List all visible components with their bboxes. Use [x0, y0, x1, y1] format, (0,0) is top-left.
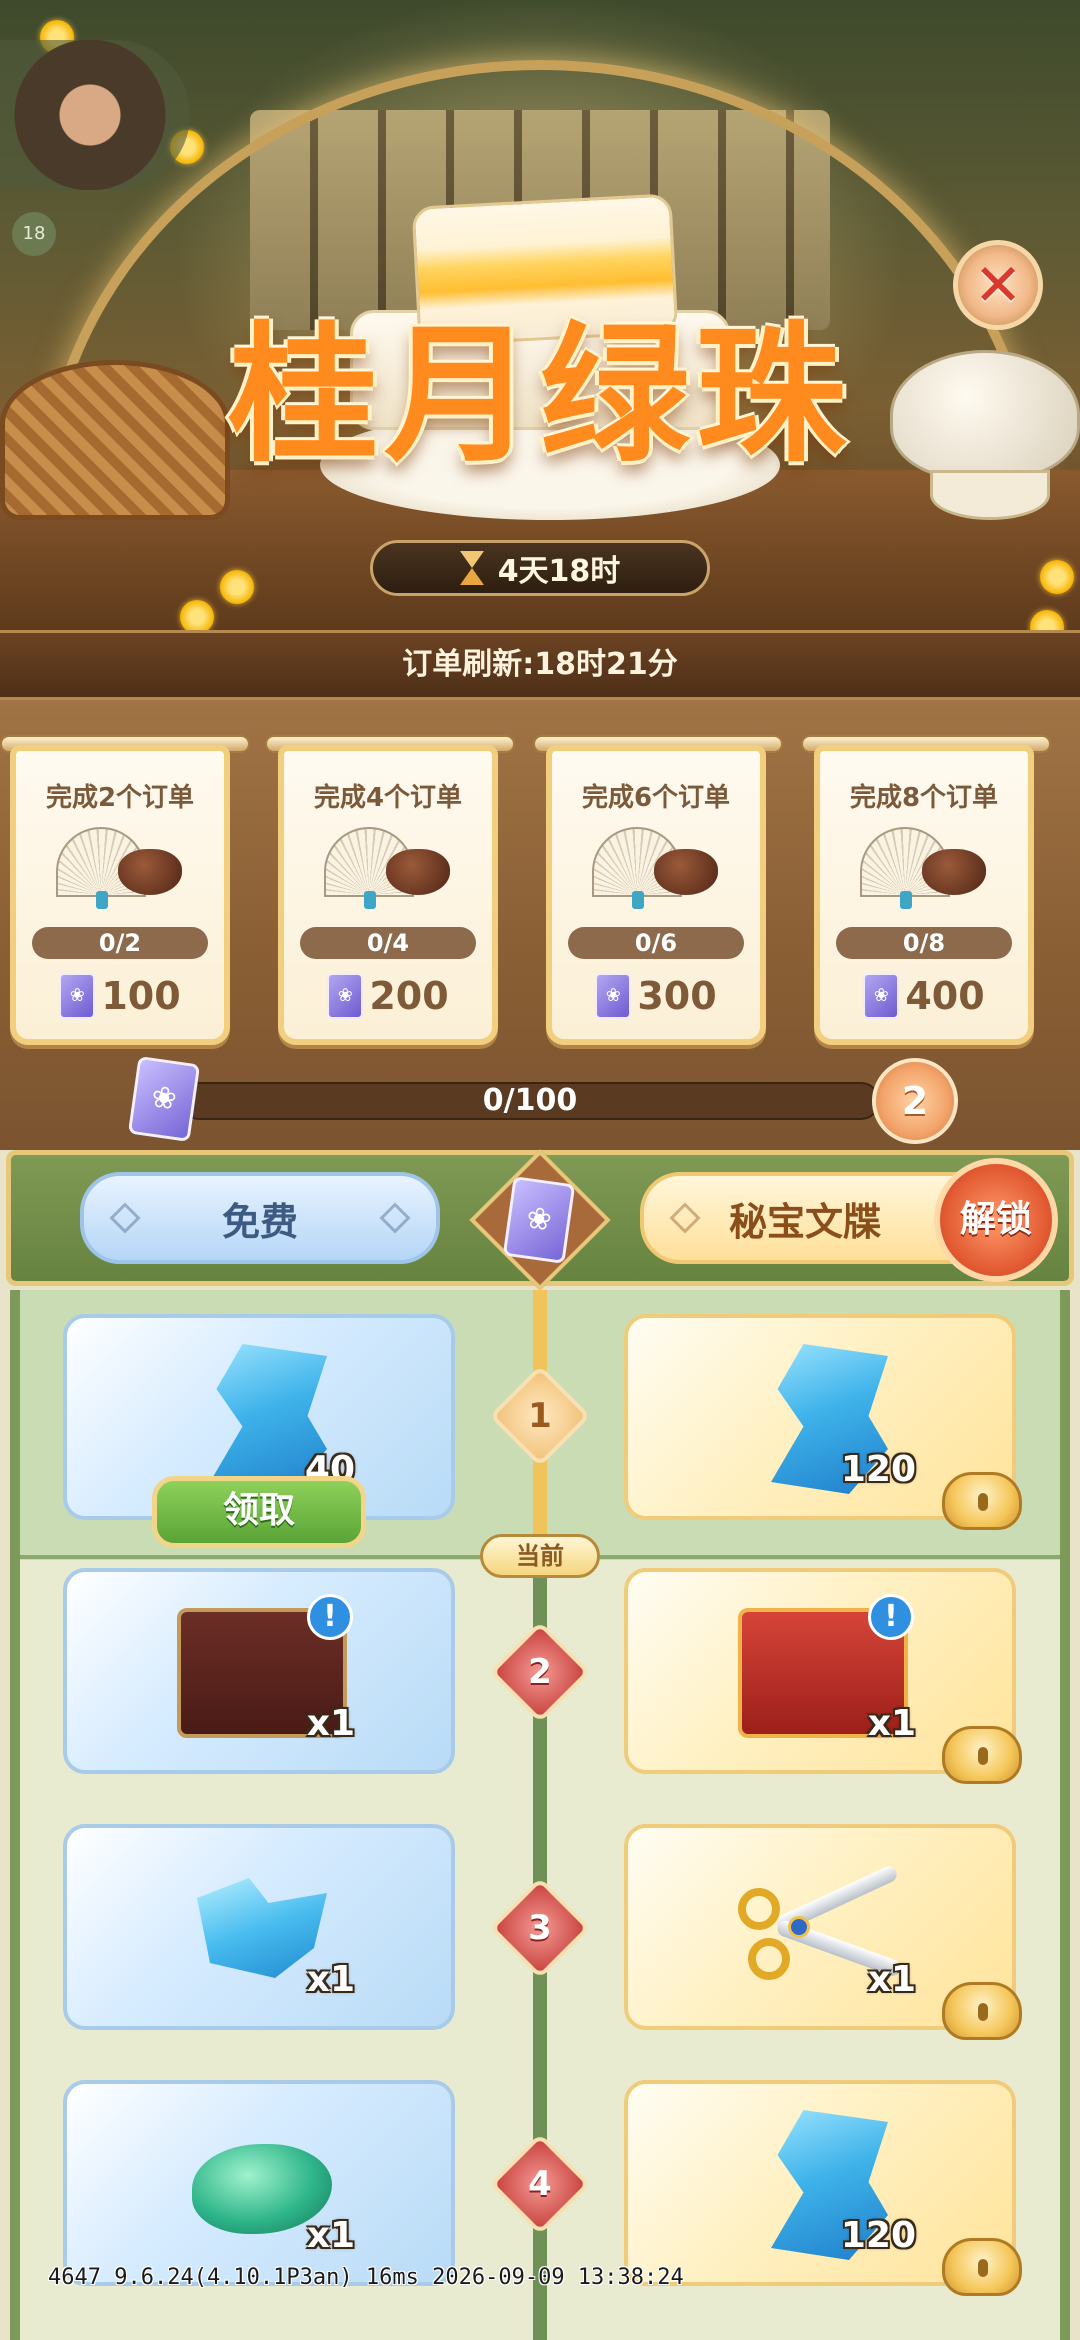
- osmanthus-flower-icon: [220, 570, 254, 604]
- reward-quantity: x1: [306, 2215, 355, 2256]
- fan-teapot-reward-icon: [324, 827, 454, 909]
- event-title: 桂月绿珠: [227, 307, 852, 483]
- free-reward-level-4[interactable]: x1: [63, 2080, 455, 2286]
- timer-text: 4天18时: [497, 554, 621, 589]
- free-reward-level-3[interactable]: x1: [63, 1824, 455, 2030]
- premium-reward-level-3[interactable]: x1: [624, 1824, 1022, 2040]
- task-reward: 400: [820, 973, 1028, 1019]
- free-track-tab[interactable]: 免费: [80, 1172, 440, 1264]
- lock-icon: [942, 1726, 1022, 1784]
- reward-quantity: 120: [840, 1449, 916, 1490]
- osmanthus-flower-icon: [1040, 560, 1074, 594]
- task-reward: 300: [552, 973, 760, 1019]
- reward-quantity: x1: [867, 1959, 916, 2000]
- task-label: 完成2个订单: [45, 783, 195, 813]
- fan-teapot-reward-icon: [860, 827, 990, 909]
- lotus-card-icon: [59, 973, 96, 1019]
- task-reward: 100: [16, 973, 224, 1019]
- diamond-ornament-icon: [669, 1202, 701, 1234]
- fan-teapot-reward-icon: [56, 827, 186, 909]
- close-button[interactable]: ✕: [953, 240, 1043, 330]
- task-label: 完成4个订单: [313, 783, 463, 813]
- free-reward-level-2[interactable]: ! x1: [63, 1568, 455, 1774]
- level-number: 1: [528, 1396, 552, 1436]
- pass-level-badge: 2: [872, 1058, 958, 1144]
- task-progress: 0/2: [32, 927, 208, 959]
- order-refresh-timer: 订单刷新:18时21分: [0, 630, 1080, 700]
- info-badge-icon[interactable]: !: [307, 1594, 353, 1640]
- hourglass-icon: [459, 551, 484, 585]
- premium-reward-level-2[interactable]: ! x1: [624, 1568, 1022, 1784]
- level-node-2: 2: [489, 1621, 591, 1723]
- task-progress: 0/4: [300, 927, 476, 959]
- task-reward-value: 400: [905, 974, 985, 1018]
- reward-quantity: x1: [867, 1703, 916, 1744]
- task-progress: 0/8: [836, 927, 1012, 959]
- task-label: 完成6个订单: [581, 783, 731, 813]
- event-banner: 18 桂月绿珠 4天18时: [0, 0, 1080, 630]
- task-label: 完成8个订单: [849, 783, 999, 813]
- reward-quantity: 120: [840, 2215, 916, 2256]
- reward-quantity: x1: [306, 1959, 355, 2000]
- unlock-premium-button[interactable]: 解锁: [934, 1158, 1058, 1282]
- lotus-card-icon: [327, 973, 364, 1019]
- diamond-ornament-icon: [379, 1202, 411, 1234]
- close-icon: ✕: [973, 251, 1023, 319]
- diamond-ornament-icon: [109, 1202, 141, 1234]
- order-task-card[interactable]: 完成8个订单 0/8 400: [814, 745, 1034, 1045]
- claim-button[interactable]: 领取: [152, 1476, 366, 1548]
- order-task-card[interactable]: 完成2个订单 0/2 100: [10, 745, 230, 1045]
- lotus-card-icon: [502, 1176, 576, 1264]
- premium-reward-level-1[interactable]: 120: [624, 1314, 1022, 1530]
- avatar-level-badge: 18: [12, 212, 56, 256]
- premium-track-label: 秘宝文牒: [728, 1199, 881, 1244]
- reward-quantity: x1: [306, 1703, 355, 1744]
- teacup-image: [930, 470, 1050, 520]
- fan-teapot-reward-icon: [592, 827, 722, 909]
- lotus-card-icon: [863, 973, 900, 1019]
- osmanthus-flower-icon: [180, 600, 214, 630]
- order-task-card[interactable]: 完成6个订单 0/6 300: [546, 745, 766, 1045]
- debug-overlay: 4647 9.6.24(4.10.1P3an) 16ms 2026-09-09 …: [48, 2265, 684, 2290]
- lotus-card-icon: [595, 973, 632, 1019]
- current-level-tag: 当前: [480, 1534, 600, 1578]
- lock-icon: [942, 1472, 1022, 1530]
- task-reward-value: 300: [637, 974, 717, 1018]
- info-badge-icon[interactable]: !: [868, 1594, 914, 1640]
- premium-reward-level-4[interactable]: 120: [624, 2080, 1022, 2296]
- pass-progress-bar: 0/100: [180, 1082, 880, 1120]
- order-task-card[interactable]: 完成4个订单 0/4 200: [278, 745, 498, 1045]
- lotus-card-icon: [127, 1056, 201, 1142]
- level-number: 4: [528, 2164, 552, 2204]
- level-node-4: 4: [489, 2133, 591, 2235]
- lock-icon: [942, 1982, 1022, 2040]
- free-track-label: 免费: [221, 1199, 298, 1244]
- avatar[interactable]: [0, 40, 190, 190]
- task-reward-value: 100: [101, 974, 181, 1018]
- level-node-1: 1: [489, 1365, 591, 1467]
- event-timer: 4天18时: [370, 540, 710, 596]
- task-reward-value: 200: [369, 974, 449, 1018]
- level-node-3: 3: [489, 1877, 591, 1979]
- level-number: 2: [528, 1652, 552, 1692]
- task-reward: 200: [284, 973, 492, 1019]
- task-progress: 0/6: [568, 927, 744, 959]
- level-number: 3: [528, 1908, 552, 1948]
